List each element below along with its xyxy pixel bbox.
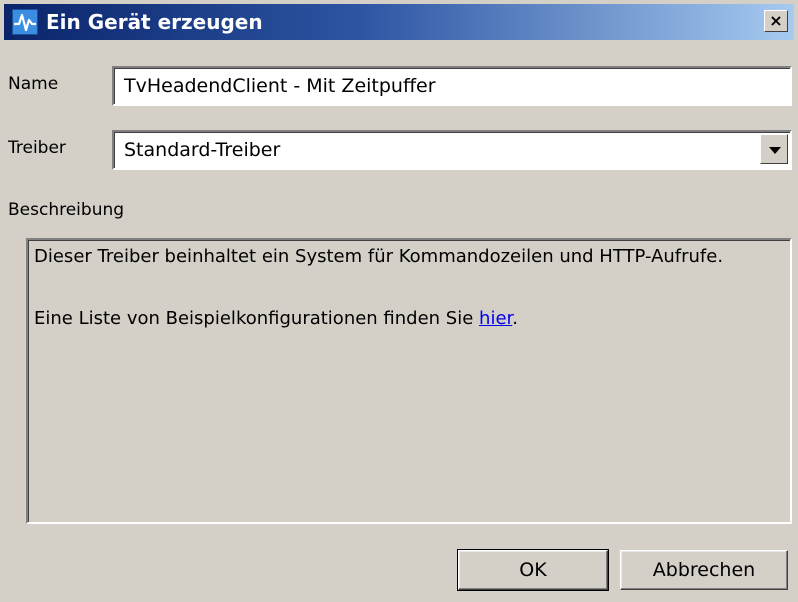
name-input[interactable]: TvHeadendClient - Mit Zeitpuffer [112, 66, 792, 106]
description-line-2: Eine Liste von Beispielkonfigurationen f… [34, 308, 518, 329]
driver-select[interactable]: Standard-Treiber [112, 130, 792, 170]
dropdown-button[interactable] [760, 134, 788, 164]
description-label: Beschreibung [8, 200, 125, 220]
close-button[interactable]: × [764, 10, 788, 32]
description-panel: Dieser Treiber beinhaltet ein System für… [26, 238, 792, 524]
cancel-button[interactable]: Abbrechen [620, 550, 788, 590]
description-line-2-text: Eine Liste von Beispielkonfigurationen f… [34, 308, 480, 329]
description-line-1: Dieser Treiber beinhaltet ein System für… [34, 246, 724, 267]
driver-label: Treiber [8, 138, 66, 158]
name-label: Name [8, 74, 59, 94]
driver-select-value: Standard-Treiber [124, 139, 281, 161]
title-bar[interactable]: Ein Gerät erzeugen × [4, 4, 794, 40]
ok-button[interactable]: OK [457, 549, 609, 591]
create-device-dialog: Ein Gerät erzeugen × Name TvHeadendClien… [0, 0, 798, 602]
description-line-2-suffix: . [512, 308, 518, 329]
device-pulse-icon [12, 9, 38, 35]
chevron-down-icon [769, 147, 781, 154]
window-title: Ein Gerät erzeugen [46, 10, 263, 34]
examples-link[interactable]: hier [479, 308, 512, 329]
